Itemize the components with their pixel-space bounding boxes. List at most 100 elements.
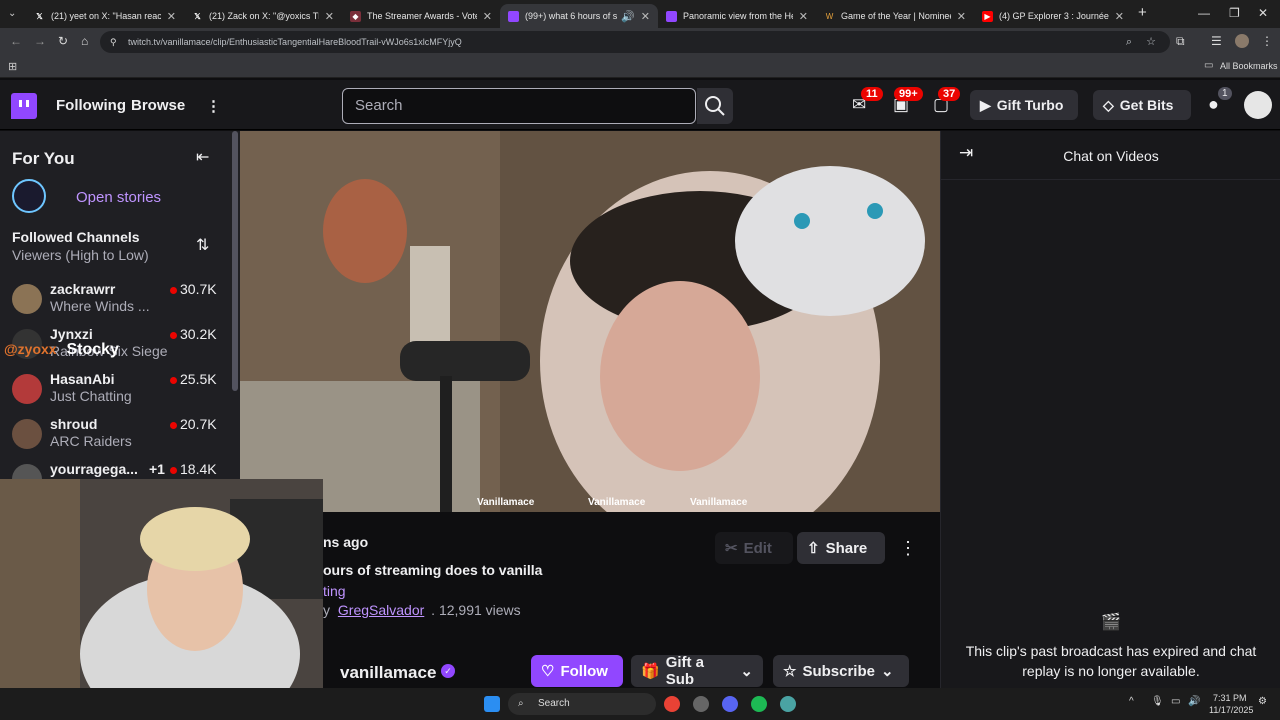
star-icon: ☆ bbox=[783, 663, 797, 680]
forward-icon[interactable]: → bbox=[34, 34, 46, 48]
share-button[interactable]: ⇧ Share bbox=[797, 532, 885, 564]
close-icon[interactable]: ✕ bbox=[167, 10, 176, 23]
minimize-button[interactable]: — bbox=[1198, 6, 1210, 20]
video-watermark-1: Vanillamace bbox=[477, 497, 535, 508]
channel-avatar bbox=[12, 284, 42, 314]
gift-icon: 🎁 bbox=[641, 663, 660, 680]
clock-time[interactable]: 7:31 PM bbox=[1213, 693, 1247, 703]
bits-drop-icon[interactable]: ● bbox=[1208, 94, 1219, 115]
restore-button[interactable]: ❐ bbox=[1229, 6, 1240, 20]
channel-name: shroud bbox=[50, 416, 98, 432]
sidebar-scrollbar[interactable] bbox=[232, 131, 238, 391]
speaker-icon[interactable]: 🔊 bbox=[621, 10, 635, 23]
network-icon[interactable]: ▭ bbox=[1171, 696, 1180, 707]
user-avatar[interactable] bbox=[1244, 91, 1272, 119]
tab-title: (21) Zack on X: "@yoxics The "r bbox=[209, 11, 319, 21]
video-watermark-3: Vanillamace bbox=[690, 497, 748, 508]
close-icon[interactable]: ✕ bbox=[799, 10, 808, 23]
chrome-icon[interactable] bbox=[664, 696, 680, 712]
browser-tab-4[interactable]: (99+) what 6 hours of strea 🔊 ✕ bbox=[500, 4, 658, 28]
browser-tab-3[interactable]: ◆ The Streamer Awards - Vote ✕ bbox=[342, 4, 500, 28]
collapse-sidebar-icon[interactable]: ⇤ bbox=[196, 147, 209, 167]
follow-button[interactable]: ♡ Follow bbox=[531, 655, 623, 687]
app-icon[interactable] bbox=[780, 696, 796, 712]
close-icon[interactable]: ✕ bbox=[483, 10, 492, 23]
tray-chevron-icon[interactable]: ^ bbox=[1129, 696, 1134, 707]
channel-name-link[interactable]: vanillamace bbox=[340, 663, 436, 683]
live-dot-icon bbox=[170, 377, 177, 384]
clip-category-link[interactable]: ting bbox=[323, 583, 346, 599]
following-link[interactable]: Following bbox=[56, 97, 126, 114]
browser-tab-2[interactable]: 𝕏 (21) Zack on X: "@yoxics The "r ✕ bbox=[184, 4, 342, 28]
subscribe-button[interactable]: ☆ Subscribe ⌄ bbox=[773, 655, 909, 687]
verified-icon: ✓ bbox=[441, 664, 455, 678]
get-bits-button[interactable]: ◇ Get Bits bbox=[1093, 90, 1191, 120]
gift-sub-button[interactable]: 🎁 Gift a Sub ⌄ bbox=[631, 654, 763, 688]
window-close-button[interactable]: ✕ bbox=[1258, 6, 1268, 20]
search-button[interactable] bbox=[697, 88, 733, 124]
browse-link[interactable]: Browse bbox=[131, 97, 185, 114]
bookmark-star-icon[interactable]: ☆ bbox=[1146, 31, 1156, 53]
extra-count: +1 bbox=[149, 461, 165, 477]
twitch-top-nav: Following Browse ⋮ Search ✉ 11 ▣ 99+ ▢ 3… bbox=[0, 80, 1280, 130]
menu-icon[interactable]: ⋮ bbox=[1261, 34, 1273, 48]
sidebar-channel-shroud[interactable]: shroud ARC Raiders 20.7K bbox=[0, 412, 232, 456]
address-bar-row: ← → ↻ ⌂ ⚲ twitch.tv/vanillamace/clip/Ent… bbox=[0, 28, 1280, 56]
more-options-icon[interactable]: ⋮ bbox=[899, 538, 917, 559]
diamond-icon: ◆ bbox=[350, 10, 361, 22]
gift-turbo-button[interactable]: ▶ Gift Turbo bbox=[970, 90, 1078, 120]
tab-search-icon[interactable]: ⌄ bbox=[8, 8, 16, 19]
volume-icon[interactable]: 🔊 bbox=[1188, 696, 1200, 707]
windows-start-icon[interactable] bbox=[484, 696, 500, 712]
discord-icon[interactable] bbox=[722, 696, 738, 712]
overlay-word: Stocky bbox=[66, 341, 119, 358]
more-icon[interactable]: ⋮ bbox=[206, 97, 221, 115]
clipper-link[interactable]: GregSalvador bbox=[338, 602, 424, 618]
taskbar-search[interactable]: ⌕ Search bbox=[508, 693, 656, 715]
close-icon[interactable]: ✕ bbox=[1115, 10, 1124, 23]
close-icon[interactable]: ✕ bbox=[641, 10, 650, 23]
url-field[interactable]: ⚲ twitch.tv/vanillamace/clip/Enthusiasti… bbox=[100, 31, 1170, 53]
chat-panel: ⇥ Chat on Videos 🎬 This clip's past broa… bbox=[940, 131, 1280, 688]
sidebar-channel-hasanabi[interactable]: HasanAbi Just Chatting 25.5K bbox=[0, 367, 232, 411]
new-tab-button[interactable]: + bbox=[1138, 4, 1147, 21]
channel-name: zackrawrr bbox=[50, 281, 116, 297]
reading-list-icon[interactable]: ☰ bbox=[1211, 34, 1222, 48]
home-icon[interactable]: ⌂ bbox=[81, 34, 88, 48]
tab-title: Game of the Year | Nominees | bbox=[841, 11, 951, 21]
browser-tab-5[interactable]: Panoramic view from the Helic ✕ bbox=[658, 4, 816, 28]
edit-button[interactable]: ✂ Edit bbox=[715, 532, 793, 564]
webcam-frame bbox=[0, 479, 323, 720]
close-icon[interactable]: ✕ bbox=[957, 10, 966, 23]
clip-video-player[interactable]: Vanillamace Vanillamace Vanillamace bbox=[240, 131, 940, 512]
taskbar-search-label: Search bbox=[538, 698, 570, 709]
notification-center-icon[interactable]: ⚙ bbox=[1258, 696, 1267, 707]
browser-tab-1[interactable]: 𝕏 (21) yeet on X: "Hasan reacts to ✕ bbox=[26, 4, 184, 28]
stories-avatar[interactable] bbox=[12, 179, 46, 213]
apps-grid-icon[interactable]: ⊞ bbox=[8, 60, 17, 73]
extensions-icon[interactable]: ⧉ bbox=[1176, 34, 1185, 49]
twitch-logo-icon[interactable] bbox=[11, 93, 37, 119]
site-info-icon[interactable]: ⚲ bbox=[110, 31, 117, 53]
channel-name: HasanAbi bbox=[50, 371, 115, 387]
viewer-count: 30.7K bbox=[180, 281, 217, 297]
tab-title: (4) GP Explorer 3 : Journée du bbox=[999, 11, 1109, 21]
browser-tab-7[interactable]: ▶ (4) GP Explorer 3 : Journée du ✕ bbox=[974, 4, 1132, 28]
clock-date[interactable]: 11/17/2025 bbox=[1209, 705, 1253, 715]
sort-icon[interactable]: ⇅ bbox=[196, 235, 209, 255]
back-icon[interactable]: ← bbox=[10, 34, 22, 48]
settings-icon[interactable] bbox=[693, 696, 709, 712]
browser-tab-6[interactable]: W Game of the Year | Nominees | ✕ bbox=[816, 4, 974, 28]
mic-icon[interactable]: 🎙 bbox=[1151, 696, 1164, 707]
spotify-icon[interactable] bbox=[751, 696, 767, 712]
sidebar-channel-zackrawrr[interactable]: zackrawrr Where Winds ... 30.7K bbox=[0, 277, 232, 321]
reload-icon[interactable]: ↻ bbox=[58, 34, 68, 48]
profile-avatar[interactable] bbox=[1235, 34, 1249, 48]
zoom-icon[interactable]: ⌕ bbox=[1126, 31, 1132, 53]
all-bookmarks-link[interactable]: All Bookmarks bbox=[1220, 61, 1278, 71]
bookmarks-bar: ⊞ ▭ All Bookmarks bbox=[0, 56, 1280, 78]
open-stories-link[interactable]: Open stories bbox=[76, 189, 161, 206]
chat-divider bbox=[941, 179, 1280, 180]
search-input[interactable]: Search bbox=[342, 88, 696, 124]
close-icon[interactable]: ✕ bbox=[325, 10, 334, 23]
